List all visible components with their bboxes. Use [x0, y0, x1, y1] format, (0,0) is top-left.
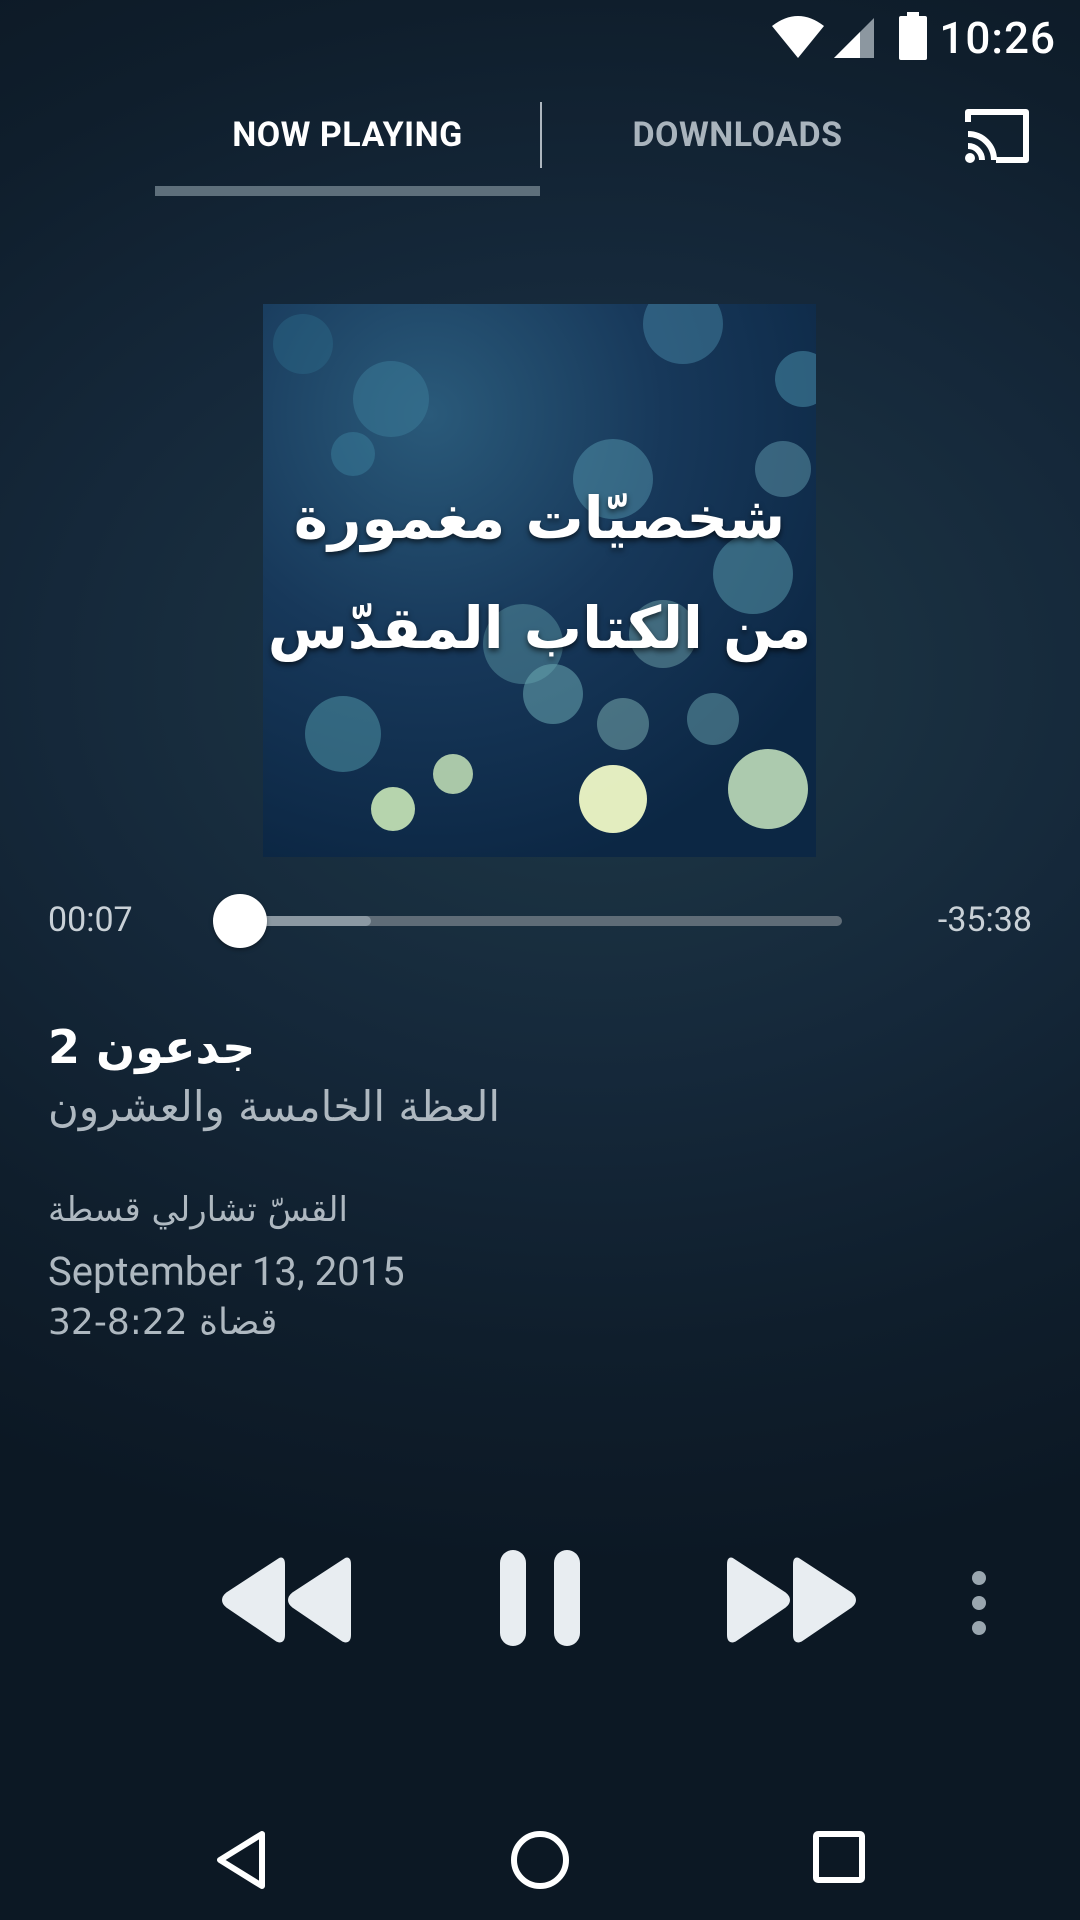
elapsed-time: 00:07	[48, 900, 133, 940]
track-title: جدعون 2	[48, 1020, 256, 1074]
status-bar: 10:26	[0, 0, 1080, 75]
speaker-name: القسّ تشارلي قسطة	[48, 1190, 348, 1230]
tab-divider	[540, 102, 542, 168]
seek-thumb[interactable]	[213, 894, 267, 948]
fast-forward-icon[interactable]	[726, 1555, 856, 1645]
wifi-icon	[772, 16, 824, 58]
more-vert-icon[interactable]	[964, 1568, 994, 1638]
home-icon[interactable]	[508, 1828, 572, 1892]
status-time: 10:26	[939, 12, 1056, 64]
tab-downloads[interactable]: DOWNLOADS	[545, 90, 930, 180]
track-subtitle: العظة الخامسة والعشرون	[48, 1082, 501, 1131]
album-art-title-line-2: من الكتاب المقدّس	[267, 594, 812, 662]
rewind-icon[interactable]	[222, 1555, 352, 1645]
scripture-reference: قضاة 8:22-32	[48, 1302, 278, 1343]
cast-icon[interactable]	[962, 106, 1032, 166]
pause-icon[interactable]	[498, 1548, 582, 1648]
seek-bar[interactable]	[238, 916, 842, 926]
recents-icon[interactable]	[812, 1828, 868, 1888]
remaining-time: -35:38	[937, 900, 1032, 940]
tab-active-indicator	[155, 186, 540, 196]
sermon-date: September 13, 2015	[48, 1248, 405, 1295]
tab-now-playing[interactable]: NOW PLAYING	[155, 90, 540, 180]
track-info: جدعون 2 العظة الخامسة والعشرون	[48, 1020, 948, 1131]
album-art: شخصيّات مغمورة من الكتاب المقدّس	[263, 304, 816, 857]
bokeh-background	[273, 304, 816, 833]
tab-bar: NOW PLAYING DOWNLOADS	[155, 90, 895, 200]
battery-icon	[899, 12, 927, 60]
album-art-title-line-1: شخصيّات مغمورة	[293, 484, 786, 552]
back-icon[interactable]	[212, 1828, 268, 1892]
cell-signal-icon	[834, 18, 874, 58]
system-nav-bar	[0, 1800, 1080, 1920]
